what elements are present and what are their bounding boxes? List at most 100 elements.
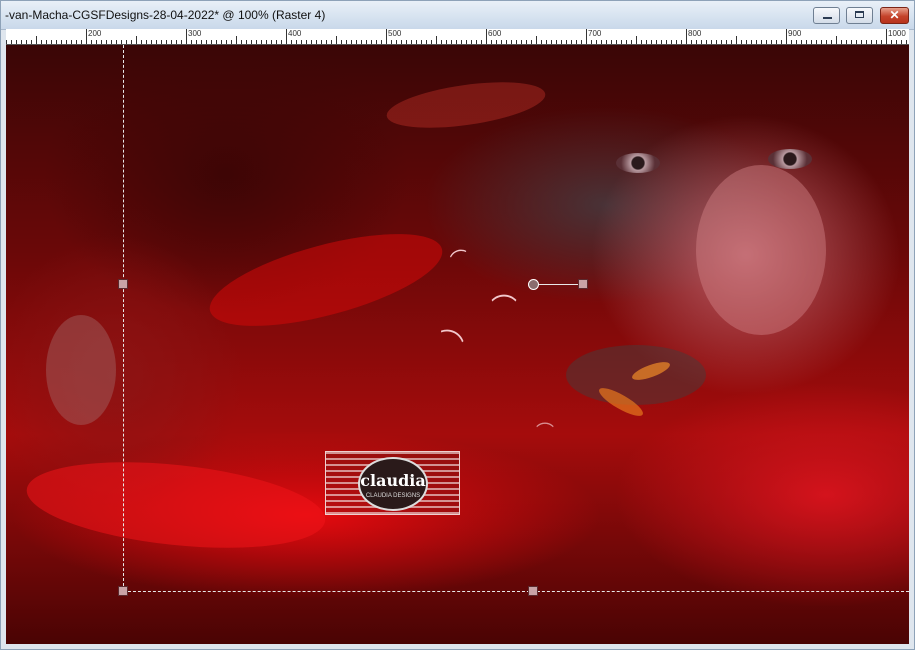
ruler-tick [111,40,112,44]
ruler-label: 300 [188,29,202,38]
ruler-tick [461,40,462,44]
texture-streak [201,215,451,345]
ruler-tick [51,40,52,44]
selection-handle-left[interactable] [118,279,128,289]
ruler-tick [376,40,377,44]
ruler-tick [841,40,842,44]
ruler-tick [701,40,702,44]
texture-streak [46,315,116,425]
ruler-tick [676,40,677,44]
ruler-tick [381,40,382,44]
ruler-tick [866,40,867,44]
ruler-tick [181,40,182,44]
ruler-tick [286,29,287,44]
ruler-tick [696,40,697,44]
ruler-tick [741,40,742,44]
ruler-tick [621,40,622,44]
ruler-tick [651,40,652,44]
ruler-tick [591,40,592,44]
rotation-pivot-handle[interactable] [528,279,539,290]
ruler-tick [346,40,347,44]
ruler-tick [396,40,397,44]
ruler-tick [261,40,262,44]
ruler-tick [11,40,12,44]
title-bar[interactable]: -van-Macha-CGSFDesigns-28-04-2022* @ 100… [1,1,914,30]
horizontal-ruler[interactable]: 200 300 400 500 600 700 800 900 1000 [6,29,909,45]
ruler-tick [106,40,107,44]
close-button[interactable]: ✕ [880,7,909,24]
ruler-tick [326,40,327,44]
ruler-tick [331,40,332,44]
ruler-tick [61,40,62,44]
ruler-tick [276,40,277,44]
ruler-tick [486,29,487,44]
bird-silhouette: ⌒ [536,422,554,442]
ruler-tick [531,40,532,44]
ruler-tick [306,40,307,44]
ruler-tick [631,40,632,44]
ruler-tick [226,40,227,44]
ruler-tick [401,40,402,44]
ruler-label: 900 [788,29,802,38]
close-icon: ✕ [889,8,900,22]
minimize-button[interactable] [813,7,840,24]
bird-silhouette: ⌒ [430,323,468,363]
maximize-icon [855,11,864,18]
image-window: -van-Macha-CGSFDesigns-28-04-2022* @ 100… [0,0,915,650]
ruler-tick [576,40,577,44]
ruler-tick [726,40,727,44]
ruler-tick [501,40,502,44]
ruler-tick [666,40,667,44]
image-canvas[interactable]: ⌒ ⌒ ⌒ ⌒ claudia CLAUDIA DESIGNS [6,45,909,644]
ruler-tick [466,40,467,44]
ruler-tick [616,40,617,44]
ruler-tick [36,36,37,44]
ruler-tick [806,40,807,44]
ruler-tick [556,40,557,44]
ruler-tick [366,40,367,44]
ruler-tick [846,40,847,44]
ruler-tick [791,40,792,44]
ruler-tick [301,40,302,44]
selection-guide-horizontal [123,591,909,592]
ruler-tick [171,40,172,44]
ruler-tick [646,40,647,44]
ruler-tick [906,40,907,44]
ruler-tick [56,40,57,44]
ruler-tick [371,40,372,44]
ruler-tick [496,40,497,44]
selection-handle-bottom[interactable] [528,586,538,596]
ruler-tick [206,40,207,44]
watermark-subtext: CLAUDIA DESIGNS [365,493,421,499]
ruler-label: 600 [488,29,502,38]
rotation-handle[interactable] [578,279,588,289]
ruler-tick [626,40,627,44]
ruler-tick [681,40,682,44]
ruler-tick [751,40,752,44]
ruler-tick [571,40,572,44]
ruler-tick [6,40,7,44]
window-title: -van-Macha-CGSFDesigns-28-04-2022* @ 100… [5,8,326,22]
ruler-tick [526,40,527,44]
ruler-tick [241,40,242,44]
ruler-tick [636,36,637,44]
ruler-tick [151,40,152,44]
ruler-tick [91,40,92,44]
ruler-tick [256,40,257,44]
ruler-tick [351,40,352,44]
ruler-tick [661,40,662,44]
ruler-tick [446,40,447,44]
selection-handle-bottom-left[interactable] [118,586,128,596]
ruler-tick [126,40,127,44]
ruler-tick [736,36,737,44]
ruler-tick [421,40,422,44]
ruler-tick [431,40,432,44]
ruler-tick [711,40,712,44]
ruler-tick [606,40,607,44]
ruler-tick [71,40,72,44]
ruler-label: 1000 [888,29,906,38]
ruler-tick [551,40,552,44]
watermark-logo: claudia CLAUDIA DESIGNS [325,451,460,515]
ruler-tick [86,29,87,44]
maximize-button[interactable] [846,7,873,24]
